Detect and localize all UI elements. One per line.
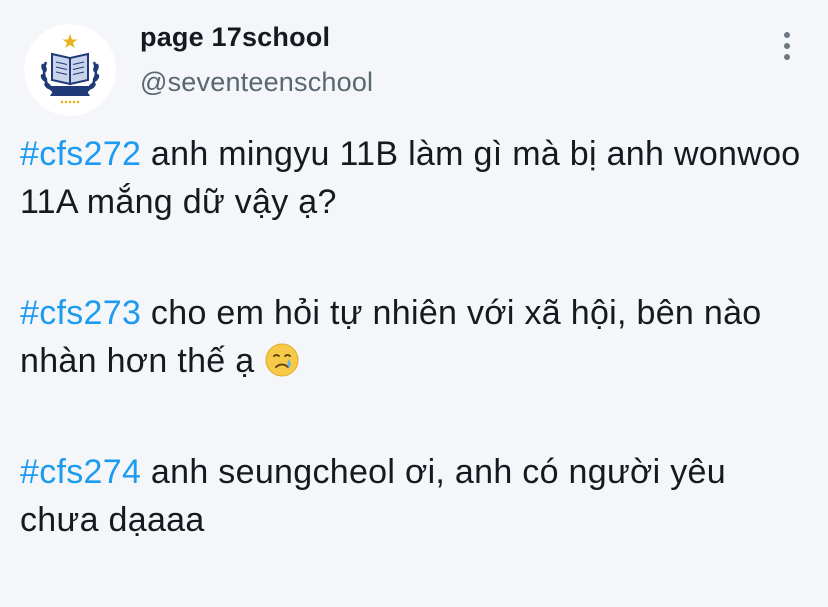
display-name[interactable]: page 17school	[140, 22, 330, 53]
school-crest-logo-icon	[24, 24, 116, 116]
more-vertical-icon	[784, 32, 790, 38]
hashtag-link[interactable]: #cfs273	[20, 294, 141, 332]
confession-paragraph: #cfs274 anh seungcheol ơi, anh có người …	[20, 448, 810, 544]
hashtag-link[interactable]: #cfs274	[20, 453, 141, 491]
account-handle[interactable]: @seventeenschool	[140, 67, 373, 98]
more-vertical-icon	[784, 43, 790, 49]
avatar[interactable]	[24, 24, 116, 116]
crying-face-emoji-icon	[265, 343, 299, 377]
confession-paragraph: #cfs272 anh mingyu 11B làm gì mà bị anh …	[20, 130, 810, 226]
tweet-header: page 17school @seventeenschool	[0, 0, 828, 120]
more-vertical-icon	[784, 54, 790, 60]
hashtag-link[interactable]: #cfs272	[20, 135, 141, 173]
more-options-button[interactable]	[770, 26, 804, 66]
confession-paragraph: #cfs273 cho em hỏi tự nhiên với xã hội, …	[20, 289, 810, 385]
tweet-text: #cfs272 anh mingyu 11B làm gì mà bị anh …	[20, 130, 810, 607]
